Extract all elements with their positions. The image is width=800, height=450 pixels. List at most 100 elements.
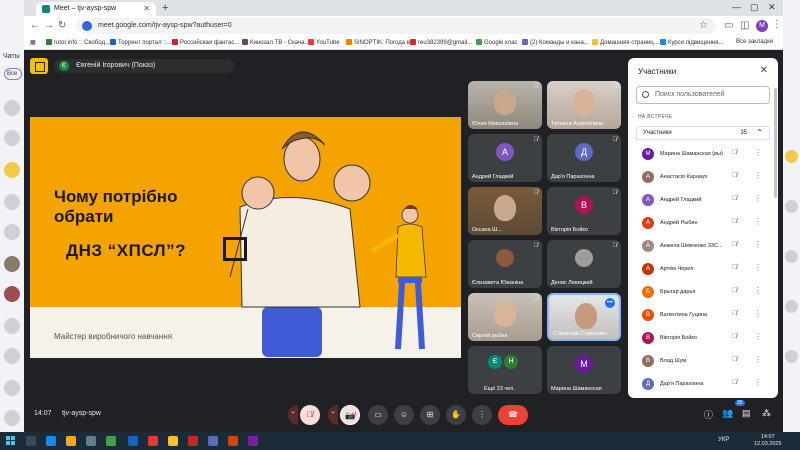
camera-options-chevron[interactable]: ⌃ (328, 405, 338, 425)
forward-icon[interactable]: → (44, 20, 54, 31)
tray-language[interactable]: УКР (718, 437, 729, 443)
participant-row[interactable]: М Марина Шаманская (вы) 🎙̸ ⋮ (636, 144, 770, 164)
avatar[interactable] (4, 194, 20, 210)
bookmark-item[interactable]: Торрент портал ::... (110, 39, 172, 46)
camera-toggle-button[interactable]: 📷̸ (340, 405, 360, 425)
app-icon[interactable] (228, 436, 238, 446)
bookmark-item[interactable]: (2) Команды и кана... (522, 39, 589, 46)
back-icon[interactable]: ← (30, 20, 40, 31)
sidepanel-icon[interactable]: ◫ (740, 20, 749, 31)
participant-tile[interactable]: В 🎙̸ Вікторія Бойко (547, 187, 621, 235)
activities-icon[interactable]: ⁂ (762, 408, 771, 419)
participant-row[interactable]: А Артём Черел 🎙̸ ⋮ (636, 259, 770, 279)
avatar[interactable] (4, 348, 20, 364)
search-icon[interactable] (26, 436, 36, 446)
chat-icon[interactable]: ▤ (742, 408, 751, 419)
more-participants-tile[interactable]: Є Н Ещё 23 чел. (468, 346, 542, 394)
bookmark-item[interactable]: Google клас (476, 39, 518, 46)
participant-row[interactable]: А Анжела Шевченко 33С... 🎙̸ ⋮ (636, 236, 770, 256)
avatar[interactable] (4, 256, 20, 272)
captions-button[interactable]: ▭ (368, 405, 388, 425)
participant-row[interactable]: А Андрей Гладкий 🎙̸ ⋮ (636, 190, 770, 210)
participant-tile[interactable]: 🎙̸ Єлизавета Южаніна (468, 240, 542, 288)
info-icon[interactable]: ⓘ (704, 408, 713, 421)
bookmark-star-icon[interactable]: ☆ (699, 20, 708, 31)
participant-row[interactable]: А Андрей Рыбин 🎙̸ ⋮ (636, 213, 770, 233)
raise-hand-button[interactable]: ✋ (446, 405, 466, 425)
start-button-icon[interactable] (6, 436, 16, 446)
word-icon[interactable] (128, 436, 138, 446)
participant-row[interactable]: Д Дар'я Парахонна 🎙̸ ⋮ (636, 374, 770, 394)
avatar[interactable] (4, 130, 20, 146)
people-icon[interactable]: 👥 (722, 408, 733, 419)
avatar[interactable] (4, 100, 20, 116)
avatar[interactable] (4, 224, 20, 240)
participant-tile-speaking[interactable]: ••• Станіслав Стратович (547, 293, 621, 341)
bookmark-item[interactable]: Домашняя страниц... (592, 39, 659, 46)
presentation-layout-button[interactable] (30, 58, 48, 74)
teams-icon[interactable] (208, 436, 218, 446)
participant-tile[interactable]: 🎙̸ Сергей рыбак (468, 293, 542, 341)
close-window-icon[interactable]: ✕ (768, 2, 776, 13)
browser-menu-icon[interactable]: ⋮ (772, 19, 782, 30)
address-bar[interactable]: meet.google.com/tjv-aysp-spw?authuser=0 … (76, 18, 716, 34)
maximize-icon[interactable]: ▢ (750, 2, 759, 13)
search-input[interactable]: Поиск пользователей (636, 86, 770, 104)
profile-avatar[interactable]: M (756, 20, 768, 32)
bookmark-item[interactable]: rutor.info :: Свобод... (46, 39, 110, 46)
participant-row[interactable]: В Валентина Гуцина 🎙̸ ⋮ (636, 305, 770, 325)
reload-icon[interactable]: ↻ (58, 20, 66, 31)
avatar[interactable] (4, 318, 20, 334)
avatar[interactable] (4, 286, 20, 302)
mic-toggle-button[interactable]: 🎙̸ (300, 405, 320, 425)
reactions-button[interactable]: ☺ (394, 405, 414, 425)
participant-row[interactable]: В Влад Шум 🎙̸ ⋮ (636, 351, 770, 371)
participant-row[interactable]: Б Брыгар дарья 🎙̸ ⋮ (636, 282, 770, 302)
close-tab-icon[interactable]: ✕ (143, 4, 150, 13)
avatar[interactable] (785, 200, 798, 213)
edge-icon[interactable] (46, 436, 56, 446)
store-icon[interactable] (86, 436, 96, 446)
participant-tile[interactable]: 🎙̸ Татьяна Анатоліївна (547, 81, 621, 129)
avatar[interactable] (785, 300, 798, 313)
avatar[interactable] (4, 162, 20, 178)
participant-tile[interactable]: 🎙̸ Денис Левицкий (547, 240, 621, 288)
taskbar-clock[interactable]: 14:07 12.03.2025 (754, 434, 782, 448)
chrome-icon[interactable] (148, 436, 158, 446)
avatar[interactable] (785, 150, 798, 163)
url-text[interactable]: meet.google.com/tjv-aysp-spw?authuser=0 (98, 22, 232, 29)
avatar[interactable] (4, 380, 20, 396)
bookmark-item[interactable]: Кинозал.ТВ - Скача... (242, 39, 309, 46)
participant-tile[interactable]: 🎙̸ Юлия Миколаївна (468, 81, 542, 129)
bookmark-item[interactable]: Курси підвищення... (660, 39, 724, 46)
viber-icon[interactable] (248, 436, 258, 446)
bookmark-item[interactable]: reu382399@gmail... (410, 39, 472, 46)
filter-all-pill[interactable]: Все (4, 68, 22, 80)
all-bookmarks[interactable]: Все закладки (736, 39, 773, 45)
folder-icon[interactable] (66, 436, 76, 446)
participant-tile[interactable]: А 🎙̸ Андрей Гладкий (468, 134, 542, 182)
minimize-icon[interactable]: — (732, 2, 741, 12)
bookmark-item[interactable]: YouTube (308, 39, 340, 46)
participant-row[interactable]: В Вікторія Бойко 🎙̸ ⋮ (636, 328, 770, 348)
participant-row[interactable]: А Анастасія Карнаух 🎙̸ ⋮ (636, 167, 770, 187)
bookmark-item[interactable]: Российская фантас... (172, 39, 239, 46)
participant-tile[interactable]: Д 🎙̸ Дар'я Парахонна (547, 134, 621, 182)
chrome-icon[interactable] (168, 436, 178, 446)
avatar[interactable] (785, 350, 798, 363)
app-icon[interactable] (106, 436, 116, 446)
avatar[interactable] (785, 250, 798, 263)
more-options-button[interactable]: ⋮ (472, 405, 492, 425)
apps-icon[interactable]: ▦ (30, 39, 36, 46)
extensions-icon[interactable]: ▭ (724, 20, 733, 31)
new-tab-button[interactable]: + (162, 2, 168, 14)
leave-call-button[interactable]: ☎ (498, 405, 528, 425)
participant-tile[interactable]: 🎙̸ Оксана Ш... (468, 187, 542, 235)
bookmark-item[interactable]: SINOPTIK: Погода в... (346, 39, 415, 46)
present-screen-button[interactable]: ⊞ (420, 405, 440, 425)
scrollbar[interactable] (774, 88, 777, 198)
participant-tile-self[interactable]: М Марина Шаманская (547, 346, 621, 394)
participants-group-header[interactable]: Участники 35 ⌃ (636, 126, 770, 140)
avatar[interactable] (4, 410, 20, 426)
site-info-icon[interactable] (82, 21, 92, 31)
